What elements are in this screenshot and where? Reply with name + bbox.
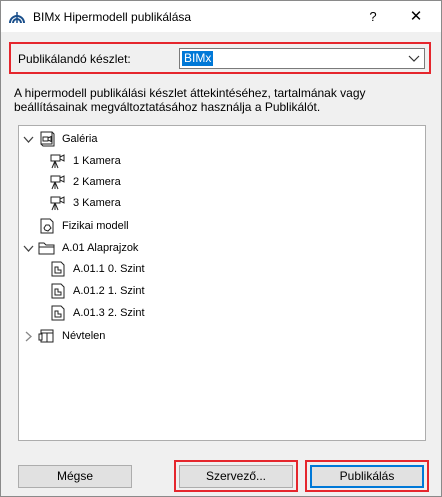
tree-item-label: 3 Kamera <box>73 197 121 209</box>
publish-set-label: Publikálandó készlet: <box>18 52 131 66</box>
tree-item-floor-plans[interactable]: A.01 Alaprajzok <box>23 238 138 258</box>
publish-set-row: Publikálandó készlet: BIMx <box>9 42 431 74</box>
cancel-button[interactable]: Mégse <box>18 465 132 488</box>
organizer-button[interactable]: Szervező... <box>179 465 293 488</box>
tree-item-gallery[interactable]: Galéria <box>23 129 97 149</box>
tree-item-physical-model[interactable]: Fizikai modell <box>38 216 129 236</box>
publish-tree: Galéria 1 Kamera 2 Kamera 3 Kamera Fizik… <box>18 125 426 441</box>
model-icon <box>38 217 56 235</box>
publish-dialog: BIMx Hipermodell publikálása ? ✕ Publiká… <box>0 0 442 497</box>
camera-icon <box>49 194 67 212</box>
archicad-app-icon <box>9 9 25 25</box>
tree-item-level-2[interactable]: A.01.3 2. Szint <box>49 303 145 323</box>
chevron-down-icon[interactable] <box>23 243 34 254</box>
tree-item-label: A.01 Alaprajzok <box>62 242 139 254</box>
view-icon <box>49 304 67 322</box>
view-icon <box>49 260 67 278</box>
tree-item-label: A.01.2 1. Szint <box>73 285 145 297</box>
camera-icon <box>49 152 67 170</box>
chevron-down-icon <box>408 52 420 64</box>
chevron-right-icon[interactable] <box>23 331 34 342</box>
title-bar[interactable]: BIMx Hipermodell publikálása ? ✕ <box>1 1 441 32</box>
tree-item-camera-1[interactable]: 1 Kamera <box>49 151 121 171</box>
tree-item-level-0[interactable]: A.01.1 0. Szint <box>49 259 145 279</box>
close-button[interactable]: ✕ <box>395 1 437 32</box>
tree-item-label: Galéria <box>62 133 98 145</box>
folder-icon <box>38 239 56 257</box>
layout-icon <box>38 327 56 345</box>
publish-set-dropdown[interactable]: BIMx <box>179 48 425 69</box>
view-icon <box>49 282 67 300</box>
tree-item-camera-2[interactable]: 2 Kamera <box>49 172 121 192</box>
tree-item-camera-3[interactable]: 3 Kamera <box>49 193 121 213</box>
tree-item-level-1[interactable]: A.01.2 1. Szint <box>49 281 145 301</box>
tree-item-label: A.01.3 2. Szint <box>73 307 145 319</box>
publish-set-value: BIMx <box>182 51 214 66</box>
tree-item-label: Névtelen <box>62 330 106 342</box>
chevron-down-icon[interactable] <box>23 134 34 145</box>
publish-button[interactable]: Publikálás <box>310 465 424 488</box>
help-button[interactable]: ? <box>357 1 389 32</box>
tree-item-label: Fizikai modell <box>62 220 129 232</box>
camera-icon <box>49 173 67 191</box>
gallery-icon <box>38 130 56 148</box>
window-title: BIMx Hipermodell publikálása <box>33 10 192 24</box>
tree-item-untitled[interactable]: Névtelen <box>23 326 105 346</box>
tree-item-label: A.01.1 0. Szint <box>73 263 145 275</box>
description-text: A hipermodell publikálási készlet átteki… <box>14 86 366 114</box>
tree-item-label: 1 Kamera <box>73 155 121 167</box>
tree-item-label: 2 Kamera <box>73 176 121 188</box>
